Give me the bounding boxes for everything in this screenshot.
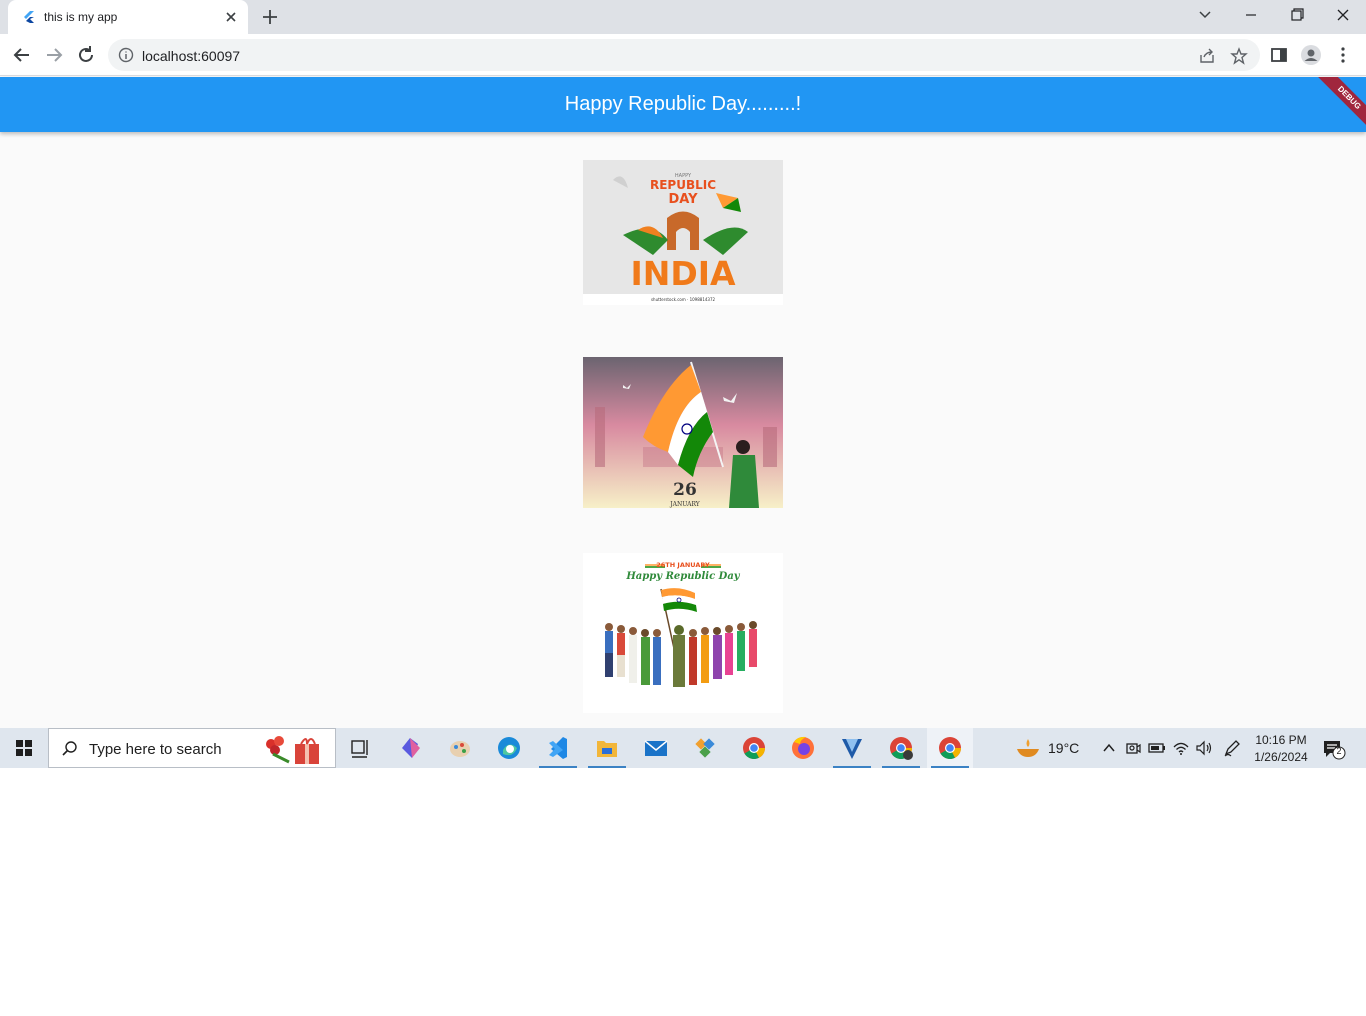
taskbar-file-explorer[interactable]: [584, 728, 630, 768]
india-text: INDIA: [630, 254, 736, 293]
flutter-icon: [24, 11, 34, 23]
paint-icon: [450, 741, 470, 757]
address-bar[interactable]: localhost:60097: [108, 39, 1260, 71]
running-indicator: [882, 766, 920, 768]
clock-time: 10:16 PM: [1255, 733, 1307, 747]
browser-toolbar: localhost:60097: [0, 34, 1366, 76]
mail-icon: [644, 740, 668, 756]
copilot-icon: [402, 738, 420, 758]
page-title: Happy Republic Day.........!: [564, 93, 802, 115]
share-icon[interactable]: [1198, 47, 1216, 65]
taskbar-chrome-1[interactable]: [731, 728, 777, 768]
search-icon: [62, 741, 77, 756]
vite-icon: [842, 739, 862, 759]
debug-label: DEBUG: [1312, 77, 1366, 133]
january-text: 26TH JANUARY: [656, 561, 710, 569]
volume-icon[interactable]: [1194, 738, 1214, 758]
taskbar-edge[interactable]: [486, 728, 532, 768]
restore-icon[interactable]: [1285, 4, 1309, 26]
task-view-button[interactable]: [337, 728, 383, 768]
running-indicator: [588, 766, 626, 768]
running-indicator: [539, 766, 577, 768]
clock[interactable]: 10:16 PM 1/26/2024: [1250, 732, 1312, 766]
weather-temperature[interactable]: 19°C: [1048, 740, 1079, 756]
bookmark-star-icon[interactable]: [1230, 47, 1248, 65]
menu-kebab-icon[interactable]: [1332, 44, 1354, 66]
tab-strip: this is my app: [0, 0, 1366, 34]
greeting-text: Happy Republic Day: [625, 571, 740, 582]
taskbar-mail[interactable]: [633, 728, 679, 768]
clock-date: 1/26/2024: [1254, 750, 1308, 764]
browser-tab[interactable]: this is my app: [8, 0, 248, 34]
notification-center-button[interactable]: 2: [1322, 738, 1346, 760]
wifi-icon[interactable]: [1171, 738, 1191, 758]
folder-icon: [597, 741, 617, 757]
month-text: JANUARY: [669, 501, 701, 508]
tab-title: this is my app: [44, 10, 118, 24]
running-indicator: [833, 766, 871, 768]
taskbar-git[interactable]: [682, 728, 728, 768]
reload-icon[interactable]: [75, 44, 97, 66]
profile-icon[interactable]: [1300, 44, 1322, 66]
edge-icon: [498, 737, 520, 759]
forward-icon[interactable]: [43, 44, 65, 66]
taskbar-firefox[interactable]: [780, 728, 826, 768]
minimize-icon[interactable]: [1239, 4, 1263, 26]
debug-banner: DEBUG: [1310, 77, 1366, 133]
pen-icon[interactable]: [1222, 738, 1242, 758]
app-bar: Happy Republic Day.........!: [0, 77, 1366, 132]
taskbar-chrome-2[interactable]: [878, 728, 924, 768]
url-text: localhost:60097: [142, 48, 241, 64]
battery-icon[interactable]: [1147, 738, 1167, 758]
day-text: DAY: [668, 192, 698, 207]
date-number-text: 26: [673, 480, 697, 500]
chrome-icon: [939, 737, 961, 759]
search-placeholder: Type here to search: [89, 741, 222, 758]
chrome-icon: [743, 737, 765, 759]
republic-text: REPUBLIC: [650, 178, 716, 192]
republic-day-india-image: HAPPY REPUBLIC DAY INDIA shutterstock.co…: [583, 160, 783, 305]
gift-flowers-icon[interactable]: [261, 732, 325, 766]
taskbar-copilot[interactable]: [388, 728, 434, 768]
tab-search-icon[interactable]: [1193, 4, 1217, 26]
running-indicator: [931, 766, 969, 768]
task-view-icon: [351, 740, 368, 758]
close-tab-icon[interactable]: [222, 8, 240, 26]
vscode-icon: [549, 737, 567, 759]
taskbar-paint[interactable]: [437, 728, 483, 768]
chrome-profile-icon: [890, 737, 913, 760]
site-info-icon[interactable]: [118, 47, 134, 63]
notification-icon: [1324, 741, 1346, 760]
taskbar-chrome-3-active[interactable]: [927, 728, 973, 768]
side-panel-icon[interactable]: [1268, 44, 1290, 66]
screen: this is my app localhost:60097 Happy Rep…: [0, 0, 1366, 768]
taskbar-vscode[interactable]: [535, 728, 581, 768]
watermark-text: shutterstock.com · 1098814372: [651, 297, 716, 302]
taskbar: Type here to search 19°C 10:16 PM 1/26/2…: [0, 728, 1366, 768]
taskbar-vite[interactable]: [829, 728, 875, 768]
close-window-icon[interactable]: [1331, 4, 1355, 26]
girl-flag-image: 26 JANUARY: [583, 357, 783, 508]
taskbar-search-box[interactable]: Type here to search: [48, 728, 336, 768]
back-icon[interactable]: [11, 44, 33, 66]
weather-lamp-icon[interactable]: [1014, 736, 1042, 760]
show-hidden-icons-icon[interactable]: [1099, 738, 1119, 758]
new-tab-icon[interactable]: [260, 7, 280, 27]
notification-count: 2: [1336, 746, 1342, 756]
windows-start-icon[interactable]: [0, 728, 48, 768]
meet-now-icon[interactable]: [1123, 738, 1143, 758]
firefox-icon: [792, 736, 814, 759]
git-icon: [695, 738, 715, 758]
people-flag-image: 26TH JANUARY Happy Republic Day: [583, 553, 783, 713]
